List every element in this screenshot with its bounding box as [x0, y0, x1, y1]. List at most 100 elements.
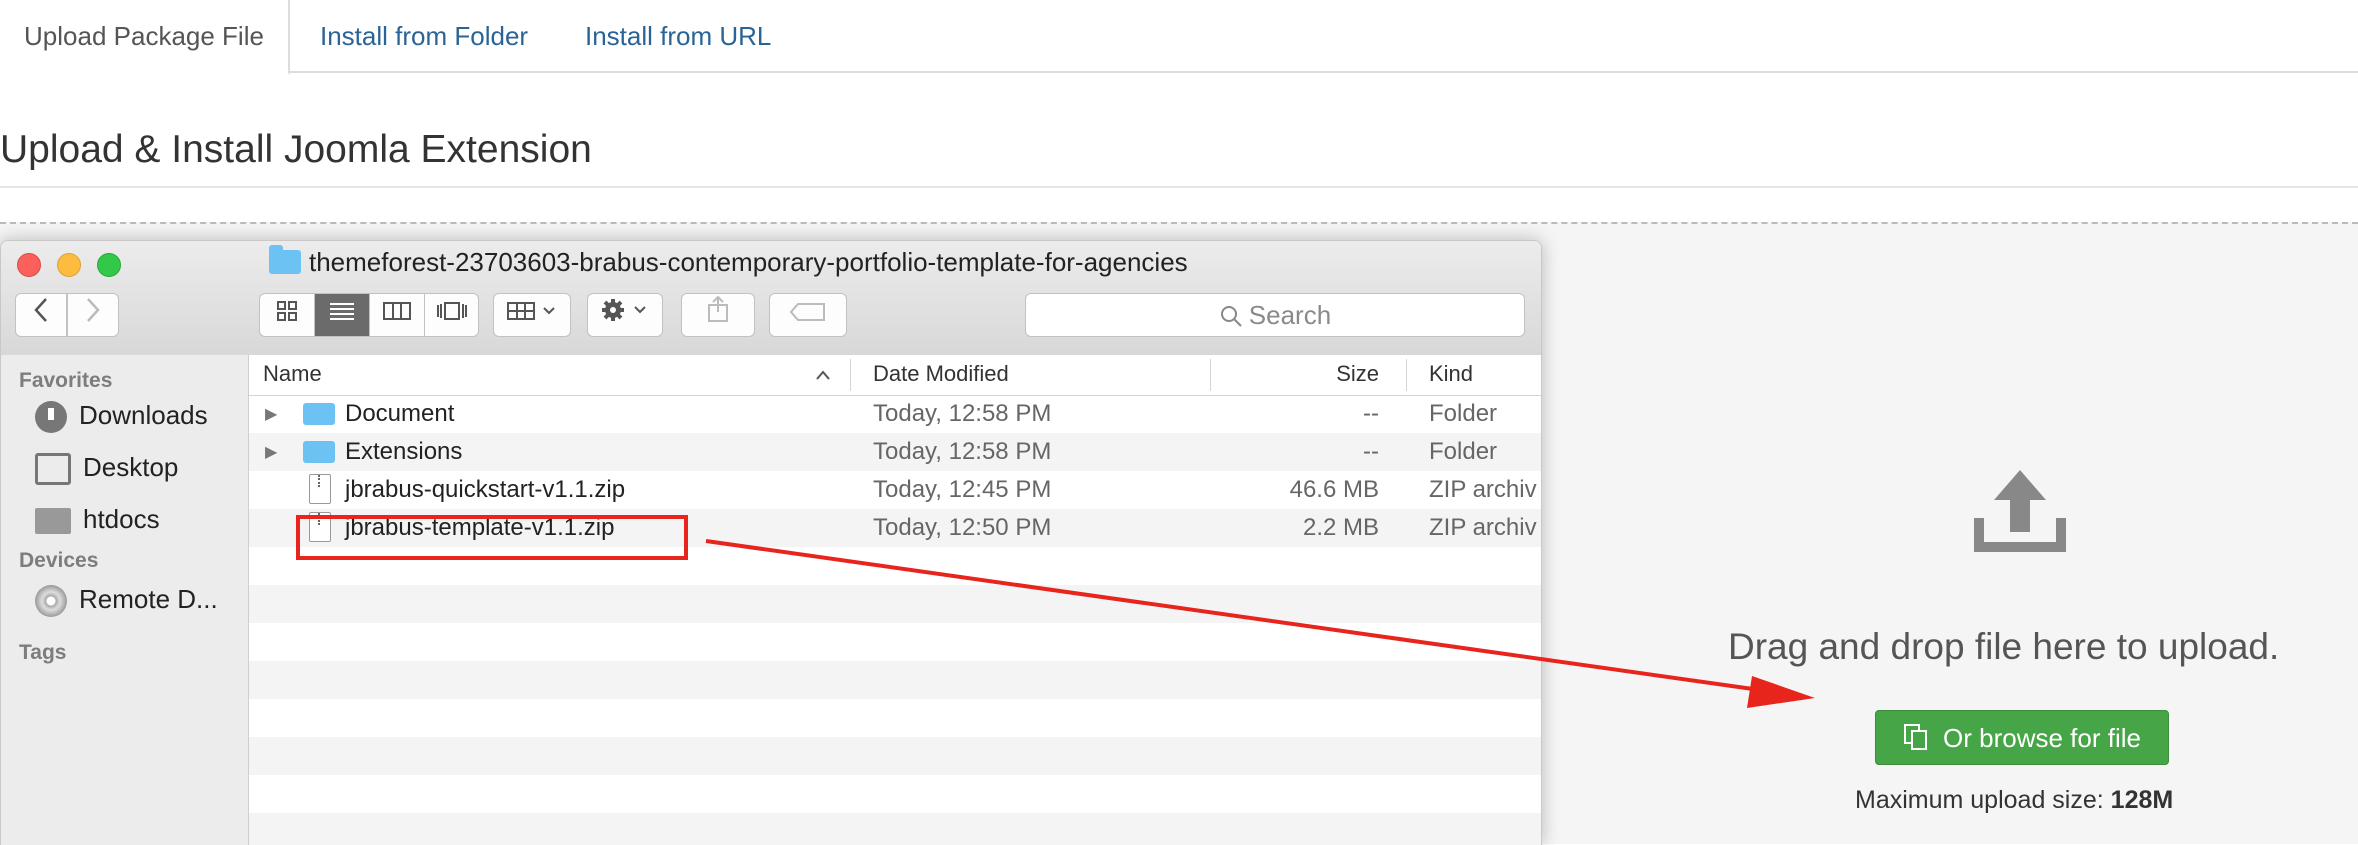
- share-icon: [708, 295, 728, 322]
- tab-upload-package-file[interactable]: Upload Package File: [0, 0, 290, 75]
- file-size: --: [1363, 400, 1379, 427]
- column-header-date[interactable]: Date Modified: [873, 361, 1009, 387]
- file-name: jbrabus-quickstart-v1.1.zip: [345, 476, 626, 503]
- highlight-box: [296, 515, 688, 560]
- back-button[interactable]: [15, 293, 67, 337]
- view-mode-group: [259, 293, 479, 337]
- browse-button-label: Or browse for file: [1943, 723, 2141, 753]
- column-separator[interactable]: [850, 359, 851, 391]
- action-menu-button[interactable]: [587, 293, 663, 337]
- file-date: Today, 12:50 PM: [873, 514, 1052, 541]
- arrange-icon: [507, 302, 555, 320]
- copy-icon: [1904, 724, 1928, 750]
- empty-row: [249, 775, 1541, 813]
- column-separator[interactable]: [1210, 359, 1211, 391]
- tags-heading: Tags: [19, 641, 67, 664]
- file-date: Today, 12:58 PM: [873, 438, 1052, 465]
- cover-flow-icon: [437, 302, 467, 320]
- tab-bar: Upload Package File Install from Folder …: [0, 0, 2358, 75]
- window-title-text: themeforest-23703603-brabus-contemporary…: [309, 247, 1188, 277]
- browse-for-file-button[interactable]: Or browse for file: [1875, 710, 2169, 765]
- page-title: Upload & Install Joomla Extension: [0, 128, 592, 171]
- search-icon: [1220, 306, 1242, 327]
- file-list: Name Date Modified Size Kind ▶ Document …: [249, 355, 1541, 845]
- disclosure-triangle-icon[interactable]: ▶: [265, 404, 277, 424]
- devices-heading: Devices: [19, 549, 99, 572]
- empty-row: [249, 661, 1541, 699]
- zip-file-icon: [309, 474, 331, 504]
- empty-row: [249, 737, 1541, 775]
- column-view-button[interactable]: [370, 294, 425, 336]
- table-row[interactable]: ▶ Document Today, 12:58 PM -- Folder: [249, 395, 1541, 433]
- disc-icon: [35, 585, 67, 618]
- empty-row: [249, 585, 1541, 623]
- max-upload-label: Maximum upload size:: [1855, 786, 2104, 814]
- max-upload-value: 128M: [2110, 786, 2174, 814]
- share-button[interactable]: [681, 293, 755, 337]
- folder-icon: [303, 441, 335, 463]
- sidebar-item-label: Remote D...: [79, 584, 218, 614]
- gallery-view-button[interactable]: [425, 294, 478, 336]
- sidebar-item-desktop[interactable]: Desktop: [35, 447, 178, 487]
- max-upload-size: Maximum upload size: 128M: [1855, 786, 2173, 815]
- disclosure-triangle-icon[interactable]: ▶: [265, 442, 277, 462]
- table-header: Name Date Modified Size Kind: [249, 355, 1541, 396]
- upload-icon: [1974, 470, 2066, 552]
- file-size: 46.6 MB: [1289, 476, 1379, 503]
- grid-icon: [277, 301, 297, 321]
- drag-drop-text: Drag and drop file here to upload.: [1728, 626, 2280, 667]
- minimize-window-button[interactable]: [57, 253, 81, 277]
- file-kind: Folder: [1429, 400, 1498, 427]
- downloads-icon: [35, 401, 67, 434]
- file-date: Today, 12:58 PM: [873, 400, 1052, 427]
- search-placeholder: Search: [1248, 300, 1332, 330]
- chevron-left-icon: [34, 298, 47, 322]
- sidebar-item-htdocs[interactable]: htdocs: [35, 499, 160, 539]
- close-window-button[interactable]: [17, 253, 41, 277]
- file-name: Extensions: [345, 438, 463, 465]
- empty-row: [249, 699, 1541, 737]
- empty-row: [249, 623, 1541, 661]
- list-view-button[interactable]: [315, 294, 370, 336]
- table-row[interactable]: jbrabus-quickstart-v1.1.zip Today, 12:45…: [249, 471, 1541, 509]
- table-row[interactable]: ▶ Extensions Today, 12:58 PM -- Folder: [249, 433, 1541, 471]
- folder-icon: [269, 245, 301, 274]
- gear-icon: [602, 299, 646, 321]
- empty-row: [249, 813, 1541, 845]
- sidebar-item-label: Downloads: [79, 400, 208, 430]
- sidebar-item-label: Desktop: [83, 452, 179, 482]
- tag-button[interactable]: [769, 293, 847, 337]
- sidebar-item-remote-disc[interactable]: Remote D...: [35, 579, 218, 619]
- column-separator[interactable]: [1406, 359, 1407, 391]
- zoom-window-button[interactable]: [97, 253, 121, 277]
- folder-icon: [303, 403, 335, 425]
- sort-ascending-icon: [816, 370, 830, 380]
- finder-window: themeforest-23703603-brabus-contemporary…: [0, 240, 1542, 845]
- tab-install-from-url[interactable]: Install from URL: [585, 0, 771, 73]
- folder-icon: [35, 508, 71, 535]
- file-date: Today, 12:45 PM: [873, 476, 1052, 503]
- column-header-size[interactable]: Size: [1336, 361, 1379, 387]
- columns-icon: [383, 302, 411, 320]
- tab-install-from-folder[interactable]: Install from Folder: [320, 0, 528, 73]
- file-kind: Folder: [1429, 438, 1498, 465]
- finder-toolbar: themeforest-23703603-brabus-contemporary…: [1, 241, 1541, 356]
- sidebar-item-downloads[interactable]: Downloads: [35, 395, 208, 435]
- finder-sidebar: Favorites Downloads Desktop htdocs Devic…: [1, 355, 249, 845]
- tag-icon: [789, 303, 825, 321]
- divider: [0, 186, 2358, 188]
- column-header-name[interactable]: Name: [263, 361, 322, 387]
- column-header-kind[interactable]: Kind: [1429, 361, 1473, 387]
- icon-view-button[interactable]: [260, 294, 315, 336]
- file-kind: ZIP archiv: [1429, 476, 1537, 503]
- search-field[interactable]: Search: [1025, 293, 1525, 337]
- window-title: themeforest-23703603-brabus-contemporary…: [269, 245, 1188, 278]
- favorites-heading: Favorites: [19, 369, 113, 392]
- forward-button[interactable]: [67, 293, 119, 337]
- chevron-right-icon: [87, 298, 100, 322]
- sidebar-item-label: htdocs: [83, 504, 160, 534]
- arrange-button[interactable]: [493, 293, 571, 337]
- file-size: 2.2 MB: [1302, 514, 1379, 541]
- list-icon: [330, 303, 354, 320]
- file-kind: ZIP archiv: [1429, 514, 1537, 541]
